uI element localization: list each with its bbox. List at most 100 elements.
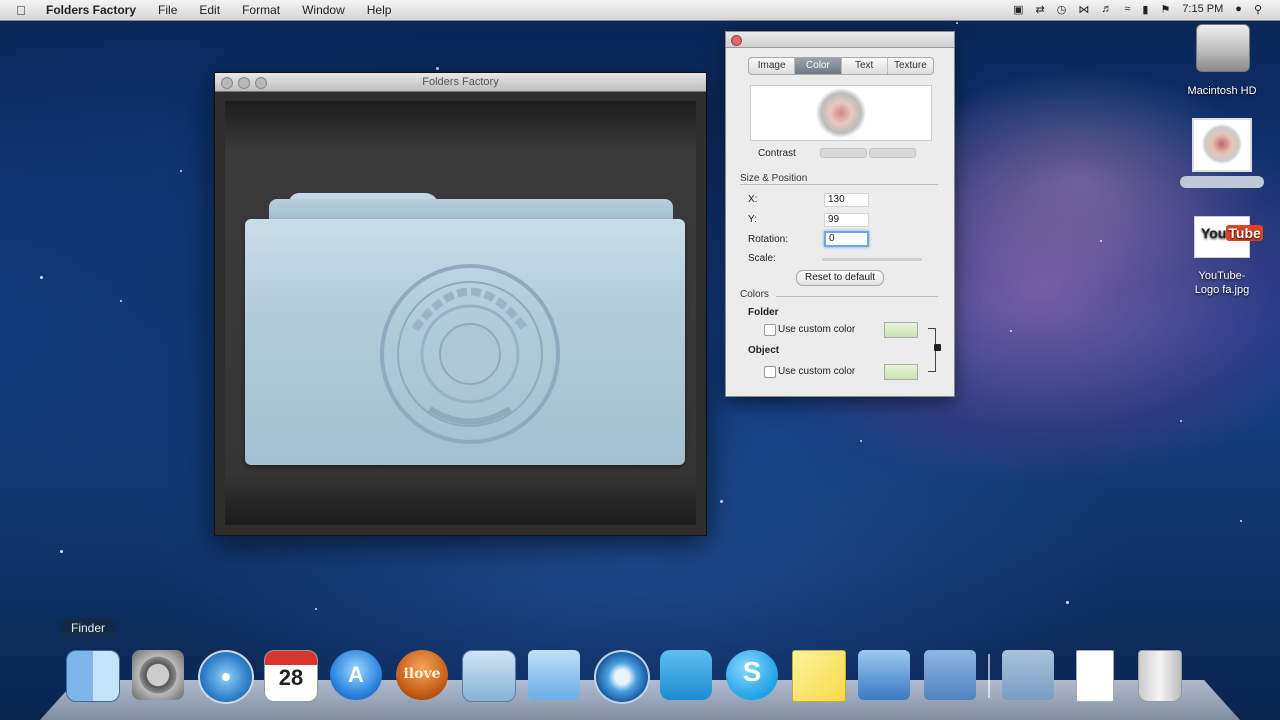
scale-label: Scale: xyxy=(748,253,776,264)
rotation-field[interactable]: 0 xyxy=(824,231,869,247)
menu-edit[interactable]: Edit xyxy=(199,3,220,17)
trash-icon xyxy=(1138,650,1182,702)
menu-app-name[interactable]: Folders Factory xyxy=(46,3,136,17)
minimize-button[interactable] xyxy=(238,77,250,89)
object-label: Object xyxy=(748,345,780,356)
dock-system-preferences[interactable] xyxy=(130,648,186,702)
lock-icon[interactable] xyxy=(934,344,941,351)
y-label: Y: xyxy=(748,214,757,225)
menu-format[interactable]: Format xyxy=(242,3,280,17)
dock-stickies[interactable] xyxy=(790,648,846,702)
menu-help[interactable]: Help xyxy=(367,3,392,17)
desktop-icon-youtube-logo[interactable]: You Tube YouTube- Logo fa.jpg xyxy=(1174,216,1270,300)
preview-title-bar[interactable]: Folders Factory xyxy=(215,73,706,92)
clock[interactable]: 7:15 PM xyxy=(1182,3,1223,16)
dock-safari[interactable] xyxy=(196,648,254,704)
tab-color[interactable]: Color xyxy=(795,58,842,74)
time-machine-icon[interactable]: ◷ xyxy=(1057,3,1067,16)
inspector-panel: Image Color Text Texture Contrast Size &… xyxy=(725,31,955,397)
preview-canvas[interactable] xyxy=(225,101,696,525)
dock-finder[interactable] xyxy=(64,648,120,702)
menu-file[interactable]: File xyxy=(158,3,177,17)
dock-ilove[interactable]: ilove xyxy=(394,648,450,702)
desktop-icon-image-file[interactable] xyxy=(1174,118,1270,196)
camera-icon[interactable]: ▣ xyxy=(1013,3,1023,16)
folder-icon xyxy=(924,650,976,700)
finder-icon xyxy=(66,650,120,702)
dock-skype[interactable]: S xyxy=(724,648,780,702)
calendar-day: 28 xyxy=(278,665,304,690)
dock-preview[interactable] xyxy=(460,648,516,702)
dock-mail[interactable] xyxy=(526,648,582,702)
dock: 28 A ilove S xyxy=(64,648,1188,704)
dock-folder-downloads[interactable] xyxy=(1000,648,1056,702)
inspector-title-bar[interactable] xyxy=(726,32,954,48)
volume-icon[interactable]: ♬ xyxy=(1101,3,1112,16)
size-position-title: Size & Position xyxy=(740,173,808,184)
section-divider xyxy=(740,184,938,185)
contrast-option-2[interactable] xyxy=(869,148,916,158)
folder-color-well[interactable] xyxy=(884,322,918,338)
y-field[interactable]: 99 xyxy=(824,213,869,227)
object-color-well[interactable] xyxy=(884,364,918,380)
youtube-logo-icon: You Tube xyxy=(1194,216,1263,258)
user-icon[interactable]: ● xyxy=(1235,3,1242,16)
battery-icon[interactable]: ▮ xyxy=(1142,3,1148,16)
inspector-tabs: Image Color Text Texture xyxy=(748,57,934,75)
image-well[interactable] xyxy=(750,85,932,141)
tab-image[interactable]: Image xyxy=(749,58,796,74)
flag-icon[interactable]: ⚑ xyxy=(1160,3,1170,16)
zoom-button[interactable] xyxy=(255,77,267,89)
x-label: X: xyxy=(748,194,758,205)
renaming-label-field[interactable] xyxy=(1180,176,1264,188)
sticky-note-icon xyxy=(792,650,846,702)
app-store-icon: A xyxy=(330,650,382,700)
status-area: ▣ ⇄ ◷ ⋈ ♬ ≈ ▮ ⚑ 7:15 PM ● ⚲ xyxy=(1013,3,1262,16)
image-file-thumbnail xyxy=(1192,118,1252,172)
dock-folder-applications[interactable] xyxy=(922,648,978,702)
reset-to-default-button[interactable]: Reset to default xyxy=(796,270,884,286)
folder-icon-preview[interactable] xyxy=(245,219,685,465)
contrast-option-1[interactable] xyxy=(820,148,867,158)
ilove-icon: ilove xyxy=(396,650,448,700)
desktop-icon-macintosh-hd[interactable]: Macintosh HD xyxy=(1174,24,1270,100)
folder-custom-color-checkbox[interactable] xyxy=(764,324,776,336)
bluetooth-icon[interactable]: ⋈ xyxy=(1078,3,1089,16)
youtube-file-label-line-1: YouTube- xyxy=(1198,270,1246,282)
apple-menu-icon[interactable]:  xyxy=(16,3,30,18)
dock-document[interactable] xyxy=(1066,648,1122,702)
contrast-label: Contrast xyxy=(758,148,796,159)
dock-calendar[interactable]: 28 xyxy=(262,648,318,702)
dock-twitter[interactable] xyxy=(658,648,714,702)
window-controls xyxy=(221,77,267,89)
x-field[interactable]: 130 xyxy=(824,193,869,207)
tab-texture[interactable]: Texture xyxy=(888,58,933,74)
menu-window[interactable]: Window xyxy=(302,3,345,17)
tab-text[interactable]: Text xyxy=(842,58,888,74)
macintosh-hd-label: Macintosh HD xyxy=(1187,85,1257,97)
inspector-close-button[interactable] xyxy=(731,35,742,46)
dock-imovie[interactable] xyxy=(856,648,912,702)
contrast-segmented-control[interactable] xyxy=(820,148,916,158)
wifi-icon[interactable]: ≈ xyxy=(1124,3,1130,16)
mail-icon xyxy=(528,650,580,700)
stamp-thumbnail-icon xyxy=(1202,124,1242,164)
close-button[interactable] xyxy=(221,77,233,89)
image-thumbnail xyxy=(815,88,867,138)
dock-trash[interactable] xyxy=(1132,648,1188,702)
sync-icon[interactable]: ⇄ xyxy=(1036,3,1045,16)
section-divider xyxy=(776,296,938,297)
object-custom-color-checkbox[interactable] xyxy=(764,366,776,378)
object-custom-color-label: Use custom color xyxy=(778,366,856,377)
scale-slider[interactable] xyxy=(822,258,922,261)
calendar-header xyxy=(265,651,317,665)
skype-icon: S xyxy=(726,650,778,700)
bird-icon xyxy=(660,650,712,700)
spotlight-icon[interactable]: ⚲ xyxy=(1254,3,1262,16)
stamp-logo-icon xyxy=(380,264,560,444)
gear-icon xyxy=(132,650,184,700)
film-camera-icon xyxy=(858,650,910,700)
dock-app-store[interactable]: A xyxy=(328,648,384,702)
dock-itunes[interactable] xyxy=(592,648,650,704)
music-note-icon xyxy=(594,650,650,704)
